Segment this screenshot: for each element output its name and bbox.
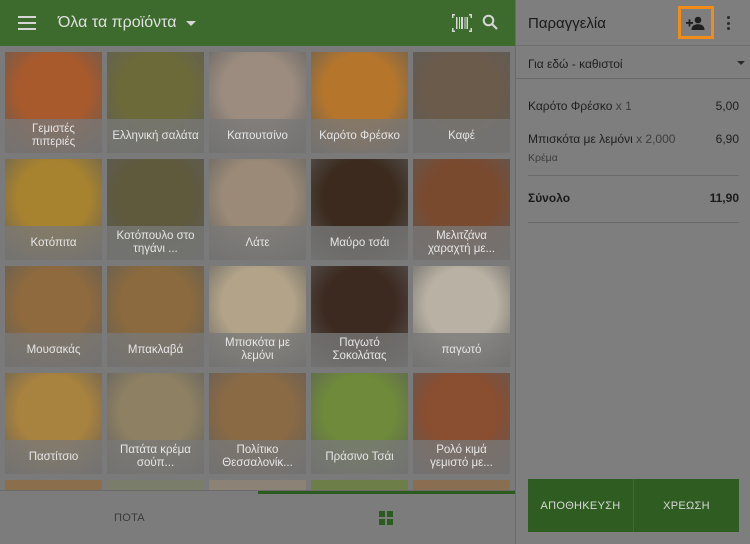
- product-tile[interactable]: Μπακλαβά: [107, 266, 204, 367]
- product-tile[interactable]: Μπισκότα με λεμόνι: [209, 266, 306, 367]
- product-label: Ρολό κιμά γεμιστό με...: [413, 440, 510, 474]
- order-line-name: Καρότο Φρέσκο: [528, 99, 613, 113]
- product-label: Παγωτό Σοκολάτας: [311, 333, 408, 367]
- product-label: Ελληνική σαλάτα: [107, 119, 204, 153]
- order-divider: [528, 175, 739, 176]
- product-tile[interactable]: Παγωτό Σοκολάτας: [311, 266, 408, 367]
- order-title: Παραγγελία: [528, 15, 606, 32]
- products-topbar: Όλα τα προϊόντα: [0, 0, 515, 46]
- hamburger-icon[interactable]: [18, 16, 36, 30]
- product-grid-partial-row: [5, 480, 510, 490]
- add-customer-button[interactable]: [678, 6, 714, 39]
- chevron-down-icon: [737, 61, 745, 65]
- product-tile[interactable]: Παστίτσιο: [5, 373, 102, 474]
- product-label: Κοτόπουλο στο τηγάνι ...: [107, 226, 204, 260]
- product-label: Μπισκότα με λεμόνι: [209, 333, 306, 367]
- product-tile[interactable]: Καφέ: [413, 52, 510, 153]
- order-actions: ΑΠΟΘΗΚΕΥΣΗ ΧΡΕΩΣΗ: [528, 479, 739, 532]
- total-label: Σύνολο: [528, 191, 571, 205]
- product-tile[interactable]: παγωτό: [413, 266, 510, 367]
- grid-icon[interactable]: [379, 511, 393, 525]
- bottom-navigation: ΠΟΤΑ: [0, 490, 515, 544]
- order-line[interactable]: Μπισκότα με λεμόνι x 2,000 6,90 Κρέμα: [528, 132, 739, 164]
- add-person-icon: [686, 16, 705, 30]
- product-label: Παστίτσιο: [5, 440, 102, 474]
- product-tile[interactable]: Καρότο Φρέσκο: [311, 52, 408, 153]
- order-line-name: Μπισκότα με λεμόνι: [528, 132, 633, 146]
- product-label: Καφέ: [413, 119, 510, 153]
- dining-option-select[interactable]: Για εδώ - καθιστοί: [516, 47, 750, 79]
- product-tile[interactable]: Κοτόπουλο στο τηγάνι ...: [107, 159, 204, 260]
- dining-option-value: Για εδώ - καθιστοί: [528, 57, 623, 71]
- product-tile[interactable]: Μουσακάς: [5, 266, 102, 367]
- product-label: Καπουτσίνο: [209, 119, 306, 153]
- search-icon[interactable]: [482, 14, 498, 30]
- order-line-qty: x 2,000: [636, 132, 676, 146]
- chevron-down-icon[interactable]: [186, 20, 197, 26]
- order-divider: [528, 222, 739, 223]
- product-label: Καρότο Φρέσκο: [311, 119, 408, 153]
- order-line-price: 6,90: [715, 132, 739, 146]
- product-label: Κοτόπιτα: [5, 226, 102, 260]
- order-total: Σύνολο 11,90: [528, 191, 739, 205]
- product-label: Πολίτικο Θεσσαλονίκ...: [209, 440, 306, 474]
- total-value: 11,90: [709, 191, 739, 205]
- product-tile[interactable]: Πολίτικο Θεσσαλονίκ...: [209, 373, 306, 474]
- products-panel: Όλα τα προϊόντα Γεμιστές πιπεριές Ελληνικ…: [0, 0, 515, 544]
- product-label: Λάτε: [209, 226, 306, 260]
- order-line-price: 5,00: [715, 99, 739, 113]
- product-tile[interactable]: Λάτε: [209, 159, 306, 260]
- product-label: Μελιτζάνα χαραχτή με...: [413, 226, 510, 260]
- product-tile[interactable]: Ρολό κιμά γεμιστό με...: [413, 373, 510, 474]
- product-label: Μαύρο τσάι: [311, 226, 408, 260]
- product-label: Πατάτα κρέμα σούπ...: [107, 440, 204, 474]
- drinks-tab[interactable]: ΠΟΤΑ: [114, 512, 145, 524]
- product-label: Μουσακάς: [5, 333, 102, 367]
- order-line-qty: x 1: [615, 99, 632, 113]
- product-label: Γεμιστές πιπεριές: [5, 119, 102, 153]
- active-tab-indicator: [258, 491, 515, 494]
- product-tile[interactable]: Πατάτα κρέμα σούπ...: [107, 373, 204, 474]
- product-label: Πράσινο Τσάι: [311, 440, 408, 474]
- more-vertical-icon[interactable]: [727, 16, 731, 30]
- order-panel: Παραγγελία Για εδώ - καθιστοί Καρότο Φρέ…: [515, 0, 750, 544]
- barcode-icon[interactable]: [452, 14, 472, 32]
- product-tile[interactable]: Γεμιστές πιπεριές: [5, 52, 102, 153]
- product-tile[interactable]: Μελιτζάνα χαραχτή με...: [413, 159, 510, 260]
- product-tile[interactable]: Μαύρο τσάι: [311, 159, 408, 260]
- product-tile[interactable]: Ελληνική σαλάτα: [107, 52, 204, 153]
- product-tile[interactable]: Πράσινο Τσάι: [311, 373, 408, 474]
- order-line-modifier: Κρέμα: [528, 152, 558, 164]
- save-button[interactable]: ΑΠΟΘΗΚΕΥΣΗ: [528, 479, 633, 532]
- charge-button[interactable]: ΧΡΕΩΣΗ: [633, 479, 739, 532]
- product-tile[interactable]: Καπουτσίνο: [209, 52, 306, 153]
- product-tile[interactable]: Κοτόπιτα: [5, 159, 102, 260]
- order-line[interactable]: Καρότο Φρέσκο x 1 5,00: [528, 99, 739, 113]
- product-label: παγωτό: [413, 333, 510, 367]
- order-header: Παραγγελία: [516, 0, 750, 46]
- category-title[interactable]: Όλα τα προϊόντα: [58, 14, 176, 32]
- product-label: Μπακλαβά: [107, 333, 204, 367]
